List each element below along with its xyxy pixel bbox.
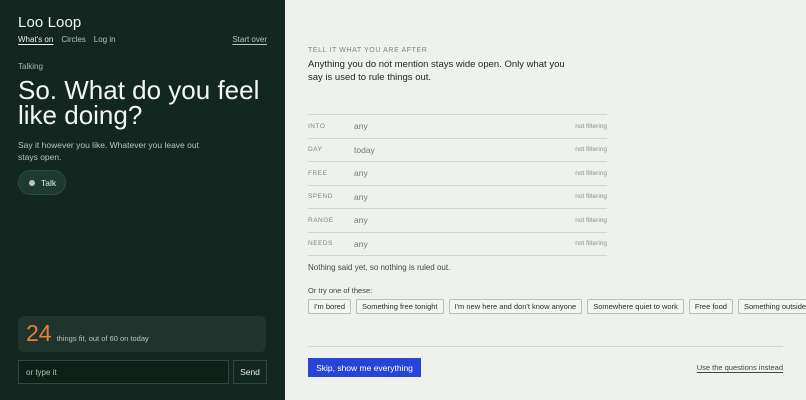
talk-label: Talk: [41, 177, 57, 188]
type-input[interactable]: [18, 360, 229, 384]
filter-row-into: INTO any not filtering: [308, 115, 607, 139]
section-eyebrow: Talking: [18, 62, 43, 71]
filter-value: today: [354, 144, 375, 155]
filter-status: not filtering: [575, 216, 607, 224]
talk-button[interactable]: Talk: [18, 170, 66, 195]
send-button[interactable]: Send: [233, 360, 267, 384]
filter-row-range: RANGE any not filtering: [308, 209, 607, 233]
nav-whats-on[interactable]: What's on: [18, 35, 53, 44]
nothing-ruled-out-text: Nothing said yet, so nothing is ruled ou…: [308, 263, 451, 272]
fit-text: things fit, out of 60 on today: [56, 334, 149, 343]
divider: [308, 346, 783, 347]
filter-row-spend: SPEND any not filtering: [308, 186, 607, 209]
chip-outside[interactable]: Something outside: [737, 299, 806, 314]
skip-button[interactable]: Skip, show me everything: [308, 358, 421, 377]
filter-key: INTO: [308, 122, 326, 130]
app-title: Loo Loop: [18, 14, 82, 31]
suggestion-chips: I'm bored Something free tonight I'm new…: [308, 299, 806, 314]
chip-free-tonight[interactable]: Something free tonight: [356, 299, 444, 314]
filter-status: not filtering: [575, 240, 607, 248]
use-questions-link[interactable]: Use the questions instead: [697, 363, 783, 372]
filter-key: NEEDS: [308, 240, 333, 248]
page-subtitle: Say it however you like. Whatever you le…: [18, 140, 199, 162]
filters-eyebrow: TELL IT WHAT YOU ARE AFTER: [308, 47, 428, 54]
filter-value: any: [354, 238, 368, 249]
filter-status: not filtering: [575, 146, 607, 154]
filter-value: any: [354, 168, 368, 179]
fit-summary: 24 things fit, out of 60 on today: [18, 316, 266, 352]
page-heading: So. What do you feel like doing?: [18, 75, 260, 130]
filter-value: any: [354, 215, 368, 226]
start-over-link[interactable]: Start over: [232, 35, 267, 44]
filter-status: not filtering: [575, 169, 607, 177]
filters-panel: TELL IT WHAT YOU ARE AFTER Anything you …: [285, 0, 806, 400]
nav-circles[interactable]: Circles: [61, 35, 85, 44]
filter-list: INTO any not filtering DAY today not fil…: [308, 114, 607, 256]
chip-quiet-work[interactable]: Somewhere quiet to work: [587, 299, 684, 314]
filter-row-day: DAY today not filtering: [308, 139, 607, 162]
filter-row-needs: NEEDS any not filtering: [308, 233, 607, 256]
filter-value: any: [354, 121, 368, 132]
filters-intro: Anything you do not mention stays wide o…: [308, 59, 565, 83]
chip-free-food[interactable]: Free food: [688, 299, 733, 314]
nav-log-in[interactable]: Log in: [94, 35, 116, 44]
talk-panel: Loo Loop What's on Circles Log in Start …: [0, 0, 285, 400]
filter-status: not filtering: [575, 122, 607, 130]
filter-value: any: [354, 191, 368, 202]
filter-key: SPEND: [308, 193, 333, 201]
top-nav: What's on Circles Log in: [18, 35, 116, 44]
fit-count: 24: [26, 320, 52, 346]
filter-status: not filtering: [575, 193, 607, 201]
filter-key: FREE: [308, 169, 328, 177]
mic-dot-icon: [29, 179, 35, 186]
filter-row-free: FREE any not filtering: [308, 162, 607, 186]
filter-key: RANGE: [308, 216, 334, 224]
filter-key: DAY: [308, 146, 323, 154]
chip-im-bored[interactable]: I'm bored: [308, 299, 352, 314]
chip-new-here[interactable]: I'm new here and don't know anyone: [448, 299, 583, 314]
try-label: Or try one of these:: [308, 286, 373, 295]
